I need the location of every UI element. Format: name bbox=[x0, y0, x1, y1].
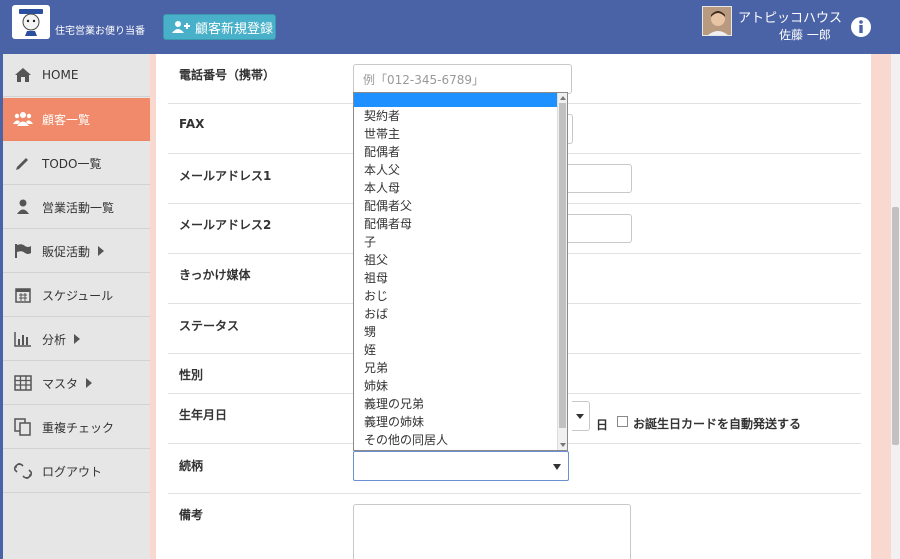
chevron-right-icon bbox=[74, 334, 81, 344]
dropdown-option[interactable] bbox=[354, 93, 558, 107]
new-customer-label: 顧客新規登録 bbox=[195, 21, 274, 37]
notes-label: 備考 bbox=[179, 508, 204, 522]
chevron-right-icon bbox=[98, 246, 105, 256]
users-icon bbox=[13, 110, 33, 128]
flag-icon bbox=[13, 242, 33, 260]
birthday-card-checkbox[interactable] bbox=[617, 416, 628, 427]
table-icon bbox=[13, 374, 33, 392]
sidebar-item-label: 販促活動 bbox=[42, 244, 91, 259]
trigger-label: きっかけ媒体 bbox=[179, 268, 251, 282]
gender-label: 性別 bbox=[179, 368, 204, 382]
chevron-right-icon bbox=[86, 378, 93, 388]
dropdown-option[interactable]: 祖父 bbox=[354, 251, 558, 269]
home-icon bbox=[13, 66, 33, 84]
dropdown-scrollbar[interactable] bbox=[557, 93, 567, 450]
user-name: 佐藤 一郎 bbox=[779, 28, 831, 42]
dropdown-option[interactable]: 甥 bbox=[354, 323, 558, 341]
day-suffix: 日 bbox=[596, 418, 609, 432]
dropdown-option[interactable]: 義理の兄弟 bbox=[354, 395, 558, 413]
sidebar-item-todo[interactable]: TODO一覧 bbox=[3, 142, 150, 185]
sidebar-item-label: 営業活動一覧 bbox=[42, 200, 115, 215]
new-customer-button[interactable]: 顧客新規登録 bbox=[163, 14, 276, 40]
birth-day-select[interactable] bbox=[572, 401, 590, 431]
sidebar-item-home[interactable]: HOME bbox=[3, 54, 150, 97]
email2-label: メールアドレス2 bbox=[179, 218, 272, 232]
sidebar-item-label: HOME bbox=[42, 68, 79, 82]
sidebar-item-label: TODO一覧 bbox=[42, 156, 102, 171]
bar-chart-icon bbox=[13, 330, 33, 348]
dropdown-option[interactable]: 本人母 bbox=[354, 179, 558, 197]
pencil-icon bbox=[13, 154, 33, 172]
fax-label: FAX bbox=[179, 117, 205, 131]
relation-label: 続柄 bbox=[179, 459, 204, 473]
email1-field[interactable] bbox=[560, 164, 632, 193]
avatar[interactable] bbox=[702, 6, 732, 36]
info-icon[interactable] bbox=[850, 16, 872, 38]
status-label: ステータス bbox=[179, 319, 240, 333]
sidebar-item-promotions[interactable]: 販促活動 bbox=[3, 230, 150, 273]
dropdown-option[interactable]: 祖母 bbox=[354, 269, 558, 287]
copy-icon bbox=[13, 418, 33, 436]
dropdown-option[interactable]: その他の同居人 bbox=[354, 431, 558, 449]
dropdown-scroll-thumb[interactable] bbox=[559, 103, 566, 428]
email2-field[interactable] bbox=[560, 214, 632, 243]
birthday-card-label: お誕生日カードを自動発送する bbox=[633, 417, 802, 431]
dropdown-option[interactable]: 姪 bbox=[354, 341, 558, 359]
sidebar-item-label: 分析 bbox=[42, 332, 67, 347]
mobile-field[interactable]: 例「012-345-6789」 bbox=[353, 64, 572, 94]
dropdown-option[interactable]: 配偶者 bbox=[354, 143, 558, 161]
row-divider bbox=[168, 493, 861, 494]
sidebar-item-label: スケジュール bbox=[42, 288, 114, 303]
page-scrollbar[interactable] bbox=[891, 54, 900, 559]
sidebar-item-logout[interactable]: ログアウト bbox=[3, 450, 150, 493]
top-header: 住宅営業お便り当番 顧客新規登録 アトピッコハウス 佐藤 一郎 bbox=[0, 0, 900, 54]
sidebar-item-label: 重複チェック bbox=[42, 420, 115, 435]
company-name: アトピッコハウス bbox=[738, 11, 843, 26]
sidebar: HOME 顧客一覧 TODO一覧 営業活動一覧 販促活動 スケジュール 分析 マ… bbox=[0, 54, 150, 559]
chevron-down-icon bbox=[553, 464, 561, 470]
chevron-down-icon bbox=[576, 414, 584, 419]
app-title: 住宅営業お便り当番 bbox=[55, 26, 145, 37]
sidebar-item-master[interactable]: マスタ bbox=[3, 362, 150, 405]
dropdown-option[interactable]: 子 bbox=[354, 233, 558, 251]
add-user-icon bbox=[172, 21, 190, 33]
mobile-placeholder: 例「012-345-6789」 bbox=[363, 73, 485, 87]
sidebar-item-analytics[interactable]: 分析 bbox=[3, 318, 150, 361]
sidebar-item-schedule[interactable]: スケジュール bbox=[3, 274, 150, 317]
relation-select[interactable] bbox=[353, 451, 569, 481]
user-photo-icon bbox=[703, 7, 731, 35]
dropdown-option[interactable]: 配偶者父 bbox=[354, 197, 558, 215]
scroll-down-icon[interactable] bbox=[560, 443, 566, 447]
unlink-icon bbox=[13, 462, 33, 480]
sidebar-item-label: ログアウト bbox=[42, 464, 103, 479]
mascot-logo-icon bbox=[19, 9, 43, 36]
dropdown-option[interactable]: おじ bbox=[354, 287, 558, 305]
sidebar-item-label: 顧客一覧 bbox=[42, 112, 91, 127]
scroll-up-icon[interactable] bbox=[560, 96, 566, 100]
sidebar-item-customers[interactable]: 顧客一覧 bbox=[3, 98, 150, 141]
dropdown-option[interactable]: おば bbox=[354, 305, 558, 323]
dropdown-option[interactable]: 姉妹 bbox=[354, 377, 558, 395]
mobile-label: 電話番号（携帯） bbox=[179, 68, 276, 82]
dropdown-option[interactable]: 世帯主 bbox=[354, 125, 558, 143]
notes-textarea[interactable] bbox=[353, 504, 631, 559]
email1-label: メールアドレス1 bbox=[179, 169, 272, 183]
dropdown-option[interactable]: 兄弟 bbox=[354, 359, 558, 377]
sidebar-item-label: マスタ bbox=[42, 376, 79, 391]
relation-dropdown[interactable]: 契約者 世帯主 配偶者 本人父 本人母 配偶者父 配偶者母 子 祖父 祖母 おじ… bbox=[353, 92, 568, 451]
sidebar-item-sales-activities[interactable]: 営業活動一覧 bbox=[3, 186, 150, 229]
dropdown-option[interactable]: 義理の姉妹 bbox=[354, 413, 558, 431]
user-icon bbox=[13, 198, 33, 216]
calendar-icon bbox=[13, 286, 33, 304]
app-logo[interactable] bbox=[12, 5, 50, 39]
dropdown-option[interactable]: 配偶者母 bbox=[354, 215, 558, 233]
sidebar-item-duplicate-check[interactable]: 重複チェック bbox=[3, 406, 150, 449]
page-scroll-thumb[interactable] bbox=[892, 207, 899, 445]
dropdown-option[interactable]: 本人父 bbox=[354, 161, 558, 179]
dropdown-option[interactable]: 契約者 bbox=[354, 107, 558, 125]
birthday-label: 生年月日 bbox=[179, 408, 228, 422]
